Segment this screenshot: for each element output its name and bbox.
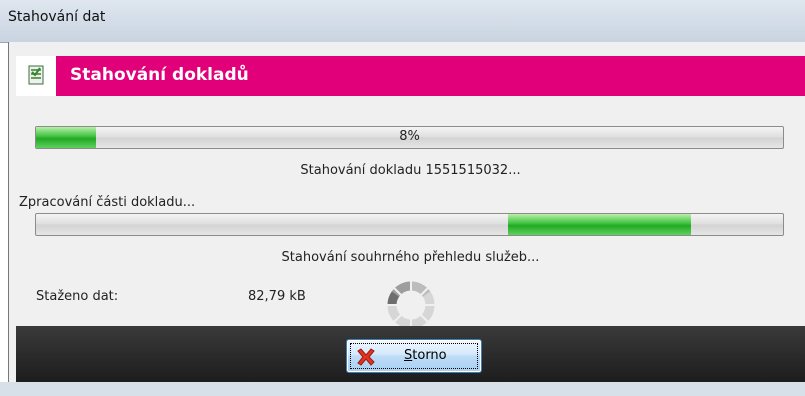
part-progress-bar [35,213,784,236]
downloaded-label: Staženo dat: [36,289,119,304]
download-window: Stahování dat Stahování dokladů 8% Staho… [0,0,805,396]
document-download-icon [16,56,56,96]
window-bottom-border [0,382,805,396]
content-area: 8% Stahování dokladu 1551515032... Zprac… [16,97,805,329]
cancel-button-label: Storno [404,348,447,363]
window-title: Stahování dat [8,9,106,25]
title-bar[interactable]: Stahování dat [0,0,805,43]
part-progress-marquee [508,214,691,235]
loading-spinner-icon [386,280,436,330]
summary-text: Stahování souhrného přehledu služeb... [281,250,540,265]
main-progress-bar: 8% [35,126,784,149]
header-banner: Stahování dokladů [16,56,805,96]
downloaded-value: 82,79 kB [248,289,306,304]
banner-title: Stahování dokladů [70,65,249,85]
red-x-icon [357,348,375,366]
status-text: Stahování dokladu 1551515032... [300,163,521,178]
main-progress-label: 8% [399,129,420,144]
part-label: Zpracování části dokladu... [19,195,196,210]
button-bar: Storno [16,326,805,382]
cancel-button[interactable]: Storno [346,339,482,373]
